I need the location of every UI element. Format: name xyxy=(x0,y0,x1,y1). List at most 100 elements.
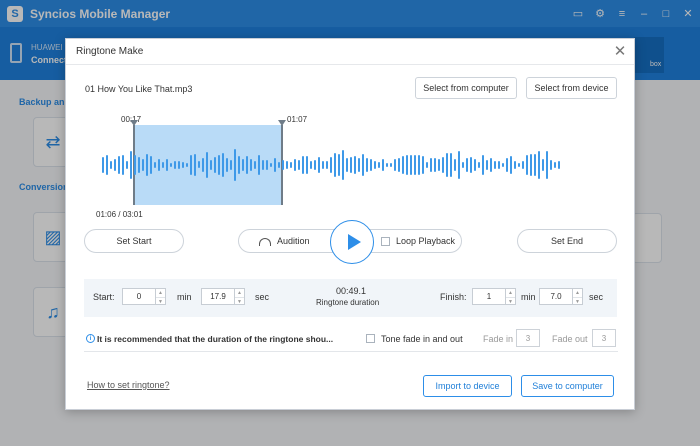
start-label: Start: xyxy=(93,292,115,302)
waveform-bar xyxy=(162,161,164,169)
waveform-bar xyxy=(466,158,468,172)
fade-out-input[interactable]: 3 xyxy=(592,329,616,347)
waveform-bar xyxy=(502,162,504,168)
set-start-button[interactable]: Set Start xyxy=(84,229,184,253)
waveform-bar xyxy=(146,154,148,176)
save-to-computer-button[interactable]: Save to computer xyxy=(521,375,614,397)
waveform-bar xyxy=(150,156,152,174)
waveform-bar xyxy=(246,155,248,175)
waveform-bar xyxy=(394,159,396,171)
waveform-bar xyxy=(234,149,236,181)
start-min-stepper[interactable]: ▲ ▼ xyxy=(156,288,166,305)
close-icon[interactable]: ✕ xyxy=(612,43,628,60)
waveform-bar xyxy=(546,151,548,179)
start-min-unit: min xyxy=(177,292,192,302)
waveform-bar xyxy=(222,153,224,177)
duration-tip: It is recommended that the duration of t… xyxy=(97,334,334,344)
waveform-bar xyxy=(542,159,544,171)
waveform-bar xyxy=(202,157,204,173)
start-min-input[interactable]: 0 xyxy=(122,288,156,305)
waveform-bar xyxy=(186,162,188,168)
waveform-bar xyxy=(498,161,500,169)
waveform-bar xyxy=(226,158,228,172)
waveform-bar xyxy=(446,153,448,177)
progress-time: 01:06 / 03:01 xyxy=(96,210,143,219)
waveform-bar xyxy=(474,158,476,172)
select-from-device-button[interactable]: Select from device xyxy=(526,77,617,99)
waveform-bar xyxy=(326,161,328,169)
waveform-bar xyxy=(554,161,556,169)
waveform-bar xyxy=(526,154,528,176)
waveform-bar xyxy=(478,162,480,168)
waveform-bar xyxy=(418,155,420,175)
waveform-bar xyxy=(454,158,456,172)
finish-min-stepper[interactable]: ▲ ▼ xyxy=(506,288,516,305)
audition-label: Audition xyxy=(277,236,310,246)
waveform-bar xyxy=(130,150,132,180)
waveform-bar xyxy=(350,156,352,174)
waveform-bar xyxy=(194,153,196,177)
waveform-bar xyxy=(214,156,216,173)
duration-value: 00:49.1 xyxy=(336,286,367,296)
waveform-bar xyxy=(398,157,400,173)
import-to-device-button[interactable]: Import to device xyxy=(423,375,512,397)
select-from-computer-button[interactable]: Select from computer xyxy=(415,77,517,99)
waveform-bar xyxy=(522,160,524,169)
loop-playback-label: Loop Playback xyxy=(396,236,456,246)
waveform-bar xyxy=(318,156,320,174)
start-sec-input[interactable]: 17.9 xyxy=(201,288,235,305)
waveform-bar xyxy=(262,159,264,171)
finish-sec-input[interactable]: 7.0 xyxy=(539,288,573,305)
waveform-bar xyxy=(374,161,376,169)
fade-in-input[interactable]: 3 xyxy=(516,329,540,347)
finish-sec-stepper[interactable]: ▲ ▼ xyxy=(573,288,583,305)
waveform-bar xyxy=(370,159,372,171)
waveform-bar xyxy=(114,158,116,172)
fade-in-label: Fade in xyxy=(483,334,514,344)
set-end-button[interactable]: Set End xyxy=(517,229,617,253)
waveform-bar xyxy=(154,162,156,168)
tone-fade-checkbox[interactable] xyxy=(366,334,375,343)
waveform-bar xyxy=(334,153,336,177)
waveform-bar xyxy=(258,155,260,175)
waveform-bar xyxy=(386,163,388,167)
waveform-bar xyxy=(462,162,464,168)
waveform-bar xyxy=(302,155,304,175)
finish-label: Finish: xyxy=(440,292,467,302)
waveform-bar xyxy=(330,156,332,174)
waveform-bar xyxy=(434,157,436,173)
waveform-bar xyxy=(110,160,112,170)
waveform-bar xyxy=(134,154,136,176)
start-sec-stepper[interactable]: ▲ ▼ xyxy=(235,288,245,305)
waveform-bar xyxy=(250,158,252,172)
time-settings: Start: 0 ▲ ▼ min 17.9 ▲ ▼ sec 00:49.1 Ring… xyxy=(84,279,617,317)
finish-min-unit: min xyxy=(521,292,536,302)
waveform-bar xyxy=(358,157,360,173)
waveform-bar xyxy=(458,150,460,180)
waveform-bar xyxy=(362,153,364,177)
finish-min-input[interactable]: 1 xyxy=(472,288,506,305)
waveform-bar xyxy=(174,161,176,169)
waveform-bar xyxy=(518,162,520,168)
waveform-bar xyxy=(314,159,316,171)
waveform-bar xyxy=(198,161,200,169)
ringtone-dialog: Ringtone Make ✕ 01 How You Like That.mp3… xyxy=(65,38,635,410)
waveform-bar xyxy=(426,161,428,169)
waveform-bar xyxy=(402,155,404,175)
waveform-bar xyxy=(470,156,472,174)
audition-control[interactable]: Audition xyxy=(259,236,310,246)
waveform[interactable] xyxy=(84,120,618,205)
play-button[interactable] xyxy=(330,220,374,264)
loop-playback-checkbox[interactable] xyxy=(381,237,390,246)
waveform-bar xyxy=(406,154,408,175)
waveform-bar xyxy=(366,158,368,172)
play-icon xyxy=(347,234,361,250)
waveform-bar xyxy=(558,161,560,169)
end-marker-label: 01:07 xyxy=(287,115,308,124)
waveform-bar xyxy=(534,154,536,176)
how-to-set-ringtone-link[interactable]: How to set ringtone? xyxy=(87,380,170,390)
waveform-bar xyxy=(442,156,444,174)
waveform-bar xyxy=(238,156,240,174)
info-icon: i xyxy=(86,334,95,343)
waveform-bar xyxy=(270,162,272,168)
